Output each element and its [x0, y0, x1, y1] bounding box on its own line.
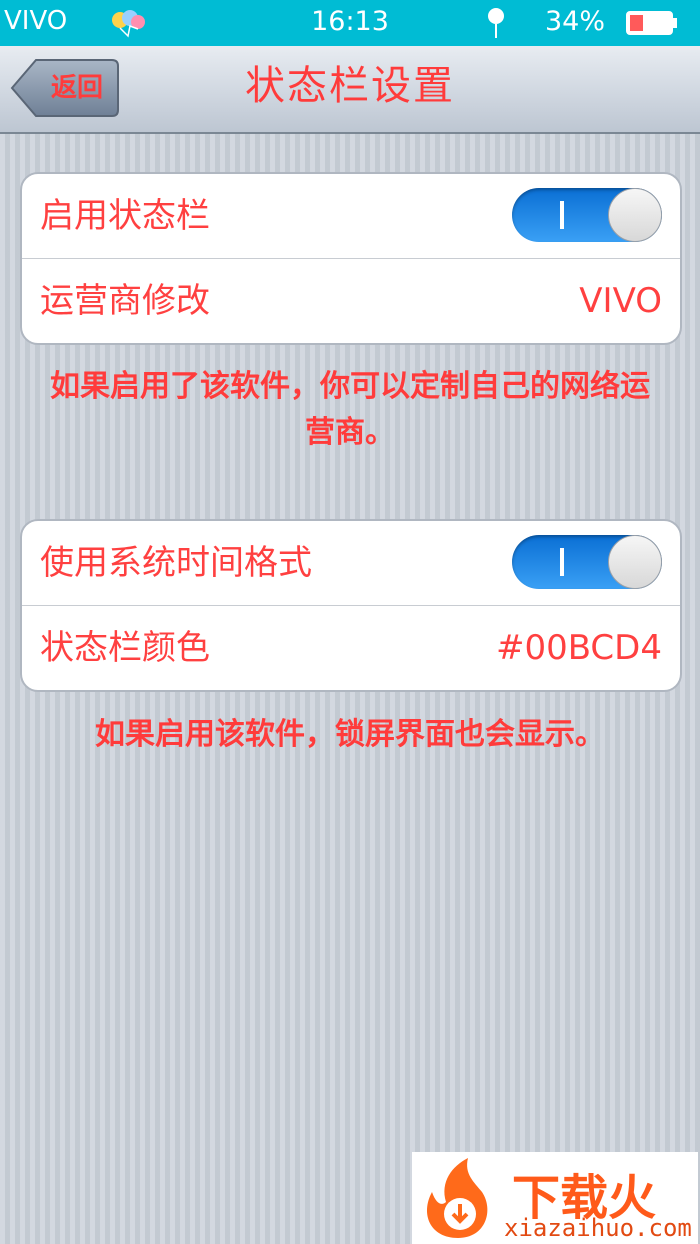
enable-status-bar-toggle[interactable] — [512, 188, 662, 242]
settings-group-carrier: 启用状态栏 运营商修改 VIVO — [20, 172, 682, 345]
watermark-logo: 下载火 xiazaihuo.com — [412, 1152, 698, 1244]
location-pin-icon — [484, 6, 508, 40]
system-time-format-row[interactable]: 使用系统时间格式 — [22, 521, 680, 606]
status-bar: VIVO 16:13 34% — [0, 0, 700, 46]
battery-percent: 34% — [545, 6, 606, 37]
system-time-format-label: 使用系统时间格式 — [40, 543, 312, 583]
lockscreen-note: 如果启用该软件，锁屏界面也会显示。 — [95, 717, 605, 752]
status-bar-color-row[interactable]: 状态栏颜色 #00BCD4 — [22, 606, 680, 690]
carrier-modify-value: VIVO — [579, 281, 662, 321]
battery-level-fill — [630, 15, 643, 31]
status-bar-color-label: 状态栏颜色 — [40, 628, 210, 668]
toggle-on-mark-icon — [560, 548, 564, 576]
toggle-knob — [608, 535, 662, 589]
status-bar-color-value: #00BCD4 — [495, 628, 662, 668]
enable-status-bar-row[interactable]: 启用状态栏 — [22, 174, 680, 259]
carrier-modify-label: 运营商修改 — [40, 281, 210, 321]
toggle-knob — [608, 188, 662, 242]
carrier-modify-row[interactable]: 运营商修改 VIVO — [22, 259, 680, 343]
toggle-on-mark-icon — [560, 201, 564, 229]
enable-status-bar-label: 启用状态栏 — [40, 196, 210, 236]
watermark-url: xiazaihuo.com — [504, 1214, 692, 1242]
carrier-note: 如果启用了该软件，你可以定制自己的网络运营商。 — [50, 369, 650, 450]
flame-logo-icon — [427, 1158, 488, 1238]
navigation-bar: 返回 状态栏设置 — [0, 46, 700, 134]
system-time-format-toggle[interactable] — [512, 535, 662, 589]
battery-icon — [626, 11, 678, 35]
page-title: 状态栏设置 — [245, 63, 455, 109]
settings-group-time: 使用系统时间格式 状态栏颜色 #00BCD4 — [20, 519, 682, 692]
